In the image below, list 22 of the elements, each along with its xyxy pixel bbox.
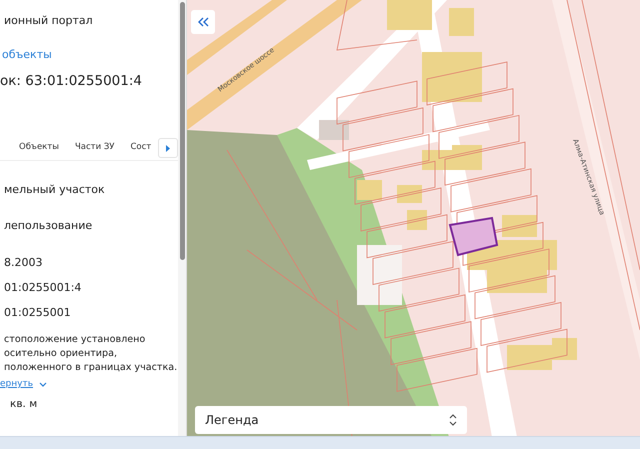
tab[interactable]: Сост xyxy=(130,138,152,158)
area-value: кв. м xyxy=(9,398,38,410)
scrollbar[interactable] xyxy=(178,0,186,436)
tab[interactable]: Части ЗУ xyxy=(74,138,114,158)
double-chevron-left-icon xyxy=(197,17,209,27)
field-value: 01:0255001 xyxy=(3,306,72,319)
collapse-panel-button[interactable] xyxy=(191,10,215,34)
location-text: стоположение установлено осительно ориентира, положенного в границах участка. xyxy=(3,333,178,375)
field-value: мельный участок xyxy=(3,183,106,196)
legend-select[interactable]: Легенда xyxy=(195,406,467,434)
collapse-link[interactable]: ернуть xyxy=(0,379,178,389)
portal-title: ионный портал xyxy=(3,14,94,27)
up-down-chevron-icon xyxy=(449,414,457,426)
back-link[interactable]: объекты xyxy=(0,48,178,61)
caret-right-icon xyxy=(165,144,171,152)
field-value: лепользование xyxy=(3,219,94,232)
field-value: 01:0255001:4 xyxy=(3,281,82,294)
parcel-heading: ок: 63:01:0255001:4 xyxy=(0,73,143,89)
tab[interactable]: Объекты xyxy=(19,138,59,158)
field-value: 8.2003 xyxy=(3,256,44,269)
scroll-tabs-button[interactable] xyxy=(158,138,178,158)
chevron-down-icon xyxy=(39,382,48,386)
